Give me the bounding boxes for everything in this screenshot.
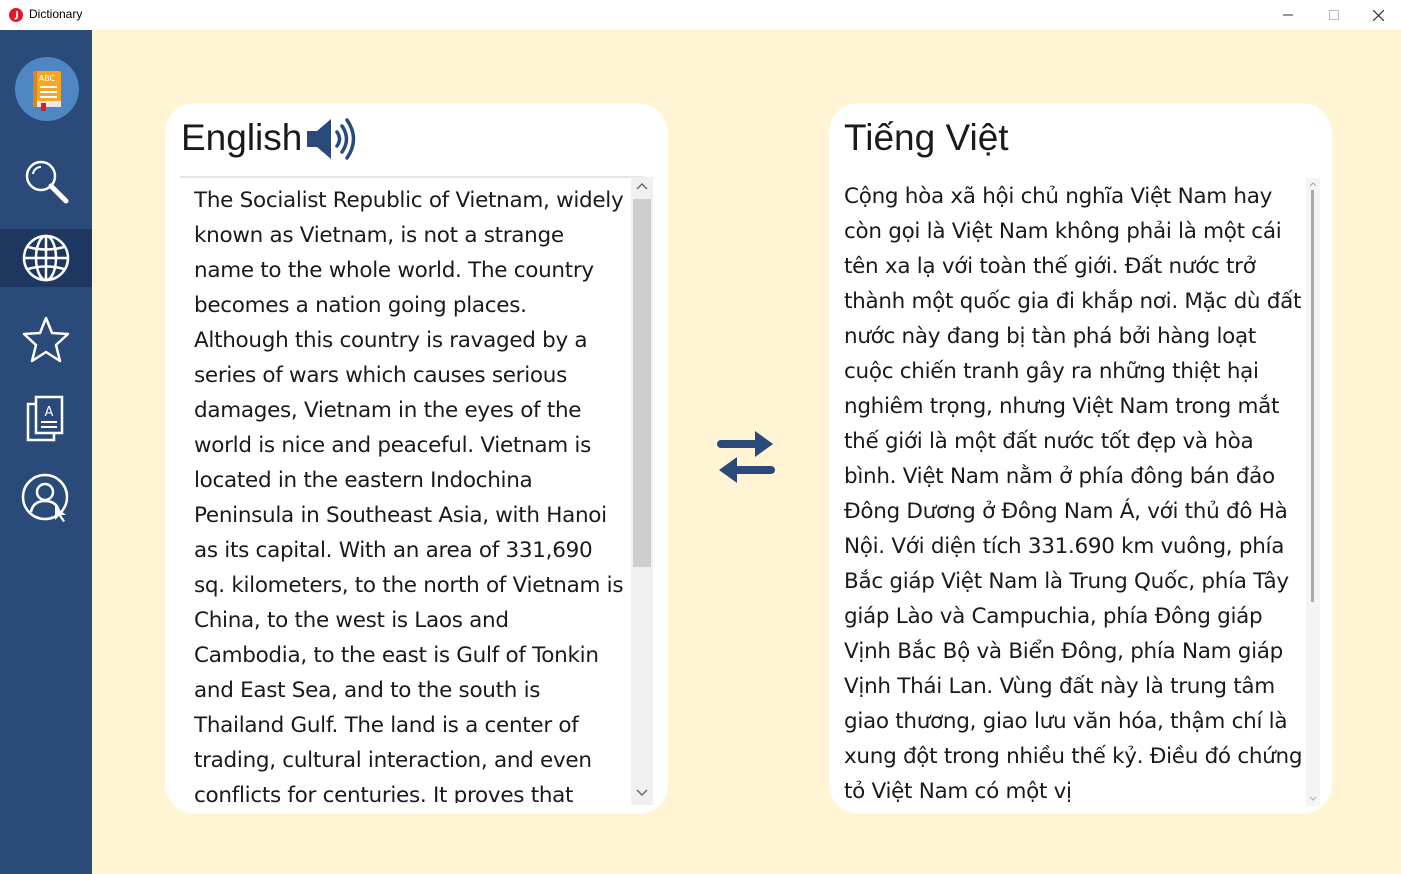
title-bar: Dictionary — [0, 0, 1401, 30]
minimize-icon — [1283, 14, 1293, 16]
star-icon — [22, 316, 70, 363]
sidebar: ABC A — [0, 30, 92, 874]
svg-text:ABC: ABC — [39, 74, 56, 83]
close-button[interactable] — [1355, 0, 1401, 30]
target-text[interactable]: Cộng hòa xã hội chủ nghĩa Việt Nam hay c… — [844, 179, 1306, 804]
scroll-thumb[interactable] — [1311, 190, 1314, 602]
chevron-down-icon[interactable] — [1309, 796, 1317, 802]
minimize-button[interactable] — [1265, 0, 1311, 30]
dictionary-book-icon: ABC — [33, 71, 61, 111]
app-icon — [9, 8, 23, 22]
maximize-icon — [1329, 10, 1339, 20]
svg-text:A: A — [45, 405, 54, 420]
cards-icon: A — [26, 395, 64, 442]
source-panel: English The Socialist Republic of Vietna… — [165, 103, 668, 814]
target-panel: Tiếng Việt Cộng hòa xã hội chủ nghĩa Việ… — [829, 103, 1332, 814]
chevron-down-icon[interactable] — [636, 789, 648, 797]
sidebar-item-flashcards[interactable]: A — [0, 390, 92, 448]
source-scrollbar[interactable] — [631, 177, 653, 805]
divider — [180, 176, 645, 178]
sidebar-item-account[interactable] — [0, 469, 92, 527]
app-logo[interactable]: ABC — [15, 57, 79, 121]
maximize-button[interactable] — [1311, 0, 1357, 30]
sidebar-item-favorites[interactable] — [0, 311, 92, 369]
speaker-icon — [307, 118, 356, 160]
sidebar-item-search[interactable] — [0, 152, 92, 210]
globe-icon — [22, 234, 70, 282]
speak-button[interactable] — [305, 115, 357, 167]
user-icon — [21, 473, 69, 522]
close-icon — [1372, 9, 1384, 21]
target-language-title: Tiếng Việt — [844, 117, 1009, 158]
chevron-up-icon[interactable] — [1309, 181, 1317, 187]
swap-arrows-icon — [717, 431, 775, 483]
target-scrollbar[interactable] — [1306, 178, 1320, 806]
sidebar-item-translate[interactable] — [0, 229, 92, 287]
magnifier-icon — [25, 160, 69, 204]
window-title: Dictionary — [29, 7, 83, 21]
source-language-title: English — [181, 117, 303, 158]
source-text[interactable]: The Socialist Republic of Vietnam, widel… — [194, 183, 626, 803]
chevron-up-icon[interactable] — [636, 182, 648, 190]
swap-languages-button[interactable] — [716, 428, 776, 488]
scroll-thumb[interactable] — [633, 199, 651, 567]
